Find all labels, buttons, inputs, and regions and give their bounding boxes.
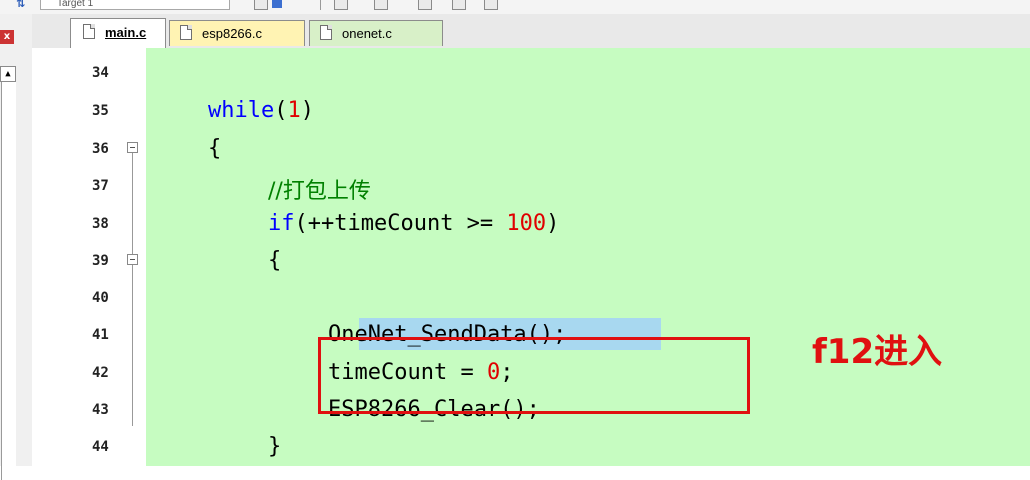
- settings-icon[interactable]: [484, 0, 498, 10]
- tab-label: onenet.c: [342, 26, 392, 41]
- line-number: 36: [92, 141, 109, 157]
- file-icon: [180, 25, 192, 40]
- line-number: 34: [92, 65, 109, 81]
- file-icon: [320, 25, 332, 40]
- tab-esp8266-c[interactable]: esp8266.c: [169, 20, 305, 46]
- code-line[interactable]: 38 if(++timeCount >= 100): [32, 207, 1030, 244]
- manage-icon[interactable]: [272, 0, 282, 8]
- build-icon[interactable]: ⇅: [16, 0, 32, 10]
- code-line[interactable]: 35 while(1): [32, 94, 1030, 131]
- tab-onenet-c[interactable]: onenet.c: [309, 20, 443, 46]
- code-editor[interactable]: 34 35 while(1) 36 { 37 //打包上传 38 if(++ti…: [32, 48, 1030, 466]
- view-icon[interactable]: [374, 0, 388, 10]
- target-select[interactable]: Target 1: [40, 0, 230, 10]
- fold-toggle-icon[interactable]: [127, 254, 138, 265]
- tab-label: esp8266.c: [202, 26, 262, 41]
- line-number: 44: [92, 439, 109, 455]
- toolbar-separator: [320, 0, 321, 10]
- annotation-box: [318, 337, 750, 414]
- line-number: 38: [92, 216, 109, 232]
- line-number: 37: [92, 178, 109, 194]
- code-text: {: [268, 248, 282, 273]
- debug-icon[interactable]: [452, 0, 466, 10]
- code-text: while(1): [208, 98, 314, 123]
- code-line[interactable]: 39 {: [32, 244, 1030, 281]
- code-text: }: [268, 434, 282, 459]
- tab-main-c[interactable]: main.c: [70, 18, 166, 48]
- code-line[interactable]: 44 }: [32, 430, 1030, 467]
- code-line[interactable]: 34: [32, 56, 1030, 93]
- toolbar: ⇅ Target 1: [0, 0, 1030, 15]
- scroll-up-icon[interactable]: ▲: [0, 66, 16, 82]
- line-number: 39: [92, 253, 109, 269]
- code-line[interactable]: 36 {: [32, 132, 1030, 169]
- line-number: 43: [92, 402, 109, 418]
- options-icon[interactable]: [254, 0, 268, 10]
- line-number: 35: [92, 103, 109, 119]
- code-text: {: [208, 136, 222, 161]
- code-text: if(++timeCount >= 100): [268, 211, 560, 236]
- project-panel-edge: x ▲: [0, 14, 33, 480]
- scrollbar[interactable]: [1, 82, 16, 480]
- code-line[interactable]: 37 //打包上传: [32, 169, 1030, 206]
- line-number: 40: [92, 290, 109, 306]
- file-tab-bar: main.c esp8266.c onenet.c: [32, 14, 1030, 49]
- line-number: 42: [92, 365, 109, 381]
- window-icon[interactable]: [334, 0, 348, 10]
- pack-icon[interactable]: [418, 0, 432, 10]
- fold-toggle-icon[interactable]: [127, 142, 138, 153]
- annotation-label: f12进入: [812, 332, 943, 372]
- code-comment: //打包上传: [268, 179, 371, 204]
- tab-label: main.c: [105, 25, 147, 40]
- code-line[interactable]: 40: [32, 281, 1030, 318]
- line-number: 41: [92, 327, 109, 343]
- close-icon[interactable]: x: [0, 30, 14, 44]
- file-icon: [83, 24, 95, 39]
